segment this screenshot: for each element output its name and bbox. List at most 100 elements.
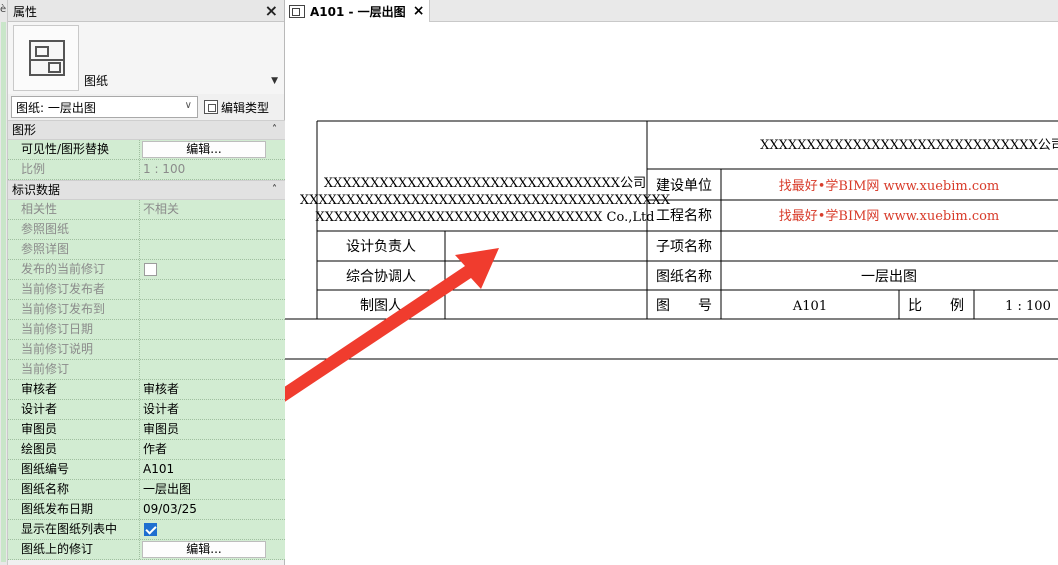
property-row[interactable]: 绘图员 作者 xyxy=(8,440,285,460)
chevron-down-icon[interactable]: ▼ xyxy=(271,76,278,86)
properties-panel: 属性 × 图纸 ▼ 图纸: 一层出图 ∨ 编辑类型 图形 ˄ 可见性/图形替换 编辑.… xyxy=(8,0,285,565)
property-row: 比例 1 : 100 xyxy=(8,160,285,180)
property-value xyxy=(140,360,285,379)
number-value: A101 xyxy=(792,299,827,314)
properties-title: 属性 xyxy=(13,5,38,19)
property-name: 当前修订 xyxy=(8,360,140,379)
left-dock-strip: è xyxy=(0,0,8,565)
property-name: 相关性 xyxy=(8,200,140,219)
property-name: 图纸上的修订 xyxy=(8,540,140,559)
close-icon[interactable]: × xyxy=(265,1,278,20)
collapse-icon[interactable]: ˄ xyxy=(272,121,277,139)
property-name: 参照详图 xyxy=(8,240,140,259)
title-block: XXXXXXXXXXXXXXXXXXXXXXXXXXXXXXXX公司 XXXXX… xyxy=(285,120,1058,402)
sheet-icon xyxy=(289,4,305,18)
close-icon[interactable]: × xyxy=(413,3,425,19)
sheet-type-icon xyxy=(13,25,79,91)
property-row: 当前修订发布者 xyxy=(8,280,285,300)
property-name: 可见性/图形替换 xyxy=(8,140,140,159)
property-row[interactable]: 图纸发布日期 09/03/25 xyxy=(8,500,285,520)
left-label-drafter: 制图人 xyxy=(360,298,402,314)
row-value-client: 找最好•学BIM网 www.xuebim.com xyxy=(779,178,1000,194)
property-value[interactable]: 审图员 xyxy=(140,420,285,439)
property-value xyxy=(140,240,285,259)
property-value xyxy=(140,320,285,339)
section-label: 图形 xyxy=(12,123,37,137)
property-name: 参照图纸 xyxy=(8,220,140,239)
section-header[interactable]: 图形 ˄ xyxy=(8,120,285,140)
property-value[interactable]: 设计者 xyxy=(140,400,285,419)
left-label-design-lead: 设计负责人 xyxy=(346,239,416,255)
property-checkbox[interactable] xyxy=(144,523,157,536)
property-name: 图纸名称 xyxy=(8,480,140,499)
instance-filter-row: 图纸: 一层出图 ∨ 编辑类型 xyxy=(8,94,284,120)
view-tab-bar: A101 - 一层出图 × xyxy=(285,0,1058,22)
company-line-1: XXXXXXXXXXXXXXXXXXXXXXXXXXXXXXXX公司 xyxy=(324,176,646,191)
tab-label: A101 - 一层出图 xyxy=(310,4,406,19)
type-name: 图纸 xyxy=(84,74,109,88)
edit-type-icon xyxy=(204,100,218,114)
instance-filter-value: 图纸: 一层出图 xyxy=(16,101,96,115)
property-name: 发布的当前修订 xyxy=(8,260,140,279)
property-name: 当前修订日期 xyxy=(8,320,140,339)
property-row[interactable]: 审核者 审核者 xyxy=(8,380,285,400)
properties-grid: 图形 ˄ 可见性/图形替换 编辑... 比例 1 : 100 标识数据 ˄ 相关性 不相关 参照图纸… xyxy=(8,120,285,560)
property-value xyxy=(140,260,285,279)
property-name: 审图员 xyxy=(8,420,140,439)
edit-type-button[interactable]: 编辑类型 xyxy=(201,96,272,118)
collapse-icon[interactable]: ˄ xyxy=(272,181,277,199)
left-strip-mark: è xyxy=(0,4,7,15)
property-name: 图纸编号 xyxy=(8,460,140,479)
tab-sheet-view[interactable]: A101 - 一层出图 × xyxy=(285,0,430,22)
property-row[interactable]: 图纸名称 一层出图 xyxy=(8,480,285,500)
edit-button[interactable]: 编辑... xyxy=(142,141,266,158)
property-row: 参照详图 xyxy=(8,240,285,260)
left-strip-highlight xyxy=(1,22,6,562)
type-selector[interactable]: 图纸 ▼ xyxy=(8,22,284,94)
instance-filter-select[interactable]: 图纸: 一层出图 ∨ xyxy=(11,96,198,118)
property-row: 相关性 不相关 xyxy=(8,200,285,220)
property-row: 当前修订日期 xyxy=(8,320,285,340)
property-name: 图纸发布日期 xyxy=(8,500,140,519)
chevron-down-icon: ∨ xyxy=(184,100,192,111)
sheet-canvas[interactable]: XXXXXXXXXXXXXXXXXXXXXXXXXXXXXXXX公司 XXXXX… xyxy=(285,23,1058,565)
property-name: 当前修订发布者 xyxy=(8,280,140,299)
property-value xyxy=(140,520,285,539)
property-value[interactable]: 一层出图 xyxy=(140,480,285,499)
property-value[interactable]: 作者 xyxy=(140,440,285,459)
edit-type-label: 编辑类型 xyxy=(221,100,270,115)
property-name: 显示在图纸列表中 xyxy=(8,520,140,539)
number-label: 图 号 xyxy=(656,298,712,314)
property-value xyxy=(140,300,285,319)
property-row: 当前修订说明 xyxy=(8,340,285,360)
property-row[interactable]: 显示在图纸列表中 xyxy=(8,520,285,540)
property-name: 当前修订说明 xyxy=(8,340,140,359)
property-row: 当前修订 xyxy=(8,360,285,380)
edit-button[interactable]: 编辑... xyxy=(142,541,266,558)
property-row: 参照图纸 xyxy=(8,220,285,240)
scale-label: 比 例 xyxy=(908,298,964,314)
property-row[interactable]: 可见性/图形替换 编辑... xyxy=(8,140,285,160)
property-row[interactable]: 图纸上的修订 编辑... xyxy=(8,540,285,560)
property-row[interactable]: 图纸编号 A101 xyxy=(8,460,285,480)
property-value[interactable]: 审核者 xyxy=(140,380,285,399)
property-row[interactable]: 设计者 设计者 xyxy=(8,400,285,420)
property-value: 编辑... xyxy=(140,540,285,559)
property-row[interactable]: 审图员 审图员 xyxy=(8,420,285,440)
company-line-2: XXXXXXXXXXXXXXXXXXXXXXXXXXXXXXXXXXXXXXXX xyxy=(300,193,671,208)
section-header[interactable]: 标识数据 ˄ xyxy=(8,180,285,200)
row-value-project: 找最好•学BIM网 www.xuebim.com xyxy=(779,208,1000,224)
section-label: 标识数据 xyxy=(12,183,61,197)
row-label-client: 建设单位 xyxy=(656,178,712,194)
row-label-project: 工程名称 xyxy=(656,208,712,224)
property-name: 比例 xyxy=(8,160,140,179)
property-row: 当前修订发布到 xyxy=(8,300,285,320)
property-value: 不相关 xyxy=(143,202,180,216)
property-value xyxy=(140,280,285,299)
property-value[interactable]: 09/03/25 xyxy=(140,500,285,519)
property-value: 1 : 100 xyxy=(143,162,186,176)
property-value[interactable]: A101 xyxy=(140,460,285,479)
property-name: 当前修订发布到 xyxy=(8,300,140,319)
company-right: XXXXXXXXXXXXXXXXXXXXXXXXXXXXXX公司 xyxy=(760,138,1058,153)
property-value xyxy=(140,340,285,359)
